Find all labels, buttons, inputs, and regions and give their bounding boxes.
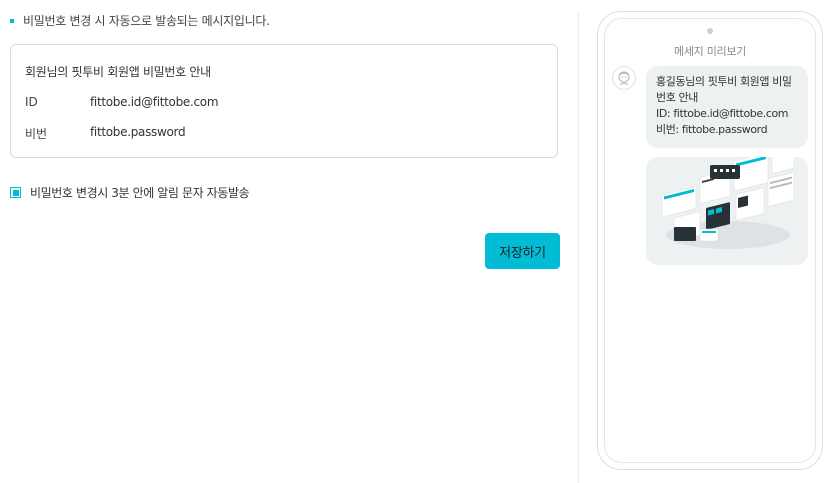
password-label: 비번 [25, 127, 48, 141]
bubble-line-password: 비번: fittobe.password [656, 123, 768, 136]
bullet-icon [10, 18, 14, 23]
preview-title: 메세지 미리보기 [674, 45, 746, 58]
notice-text: 비밀번호 변경 시 자동으로 발송되는 메시지입니다. [23, 14, 270, 28]
id-value: fittobe.id@fittobe.com [90, 95, 219, 109]
app-screens-collage-icon [661, 157, 795, 249]
bubble-line-title: 홍길동님의 핏투비 회원앱 비밀번호 안내 [656, 75, 792, 104]
password-value: fittobe.password [90, 125, 186, 139]
settings-panel: 비밀번호 변경 시 자동으로 발송되는 메시지입니다. 회원님의 핏투비 회원앱… [0, 0, 578, 483]
image-preview-bubble [646, 157, 808, 265]
message-preview-bubble: 홍길동님의 핏투비 회원앱 비밀번호 안내 ID: fittobe.id@fit… [646, 66, 808, 148]
template-title: 회원님의 핏투비 회원앱 비밀번호 안내 [25, 65, 211, 79]
sender-avatar-icon [612, 66, 636, 90]
auto-send-checkbox[interactable] [10, 187, 21, 198]
save-button[interactable]: 저장하기 [485, 233, 560, 269]
checkbox-check-icon [12, 189, 19, 196]
face-icon [618, 71, 630, 86]
message-template-box: 회원님의 핏투비 회원앱 비밀번호 안내 ID fittobe.id@fitto… [10, 44, 558, 158]
panel-divider [578, 12, 579, 483]
bubble-line-id: ID: fittobe.id@fittobe.com [656, 107, 789, 120]
camera-icon [707, 28, 713, 34]
auto-send-label: 비밀번호 변경시 3분 안에 알림 문자 자동발송 [30, 186, 250, 200]
auto-send-option[interactable]: 비밀번호 변경시 3분 안에 알림 문자 자동발송 [10, 184, 250, 201]
notice: 비밀번호 변경 시 자동으로 발송되는 메시지입니다. [10, 12, 270, 29]
id-label: ID [25, 95, 38, 109]
